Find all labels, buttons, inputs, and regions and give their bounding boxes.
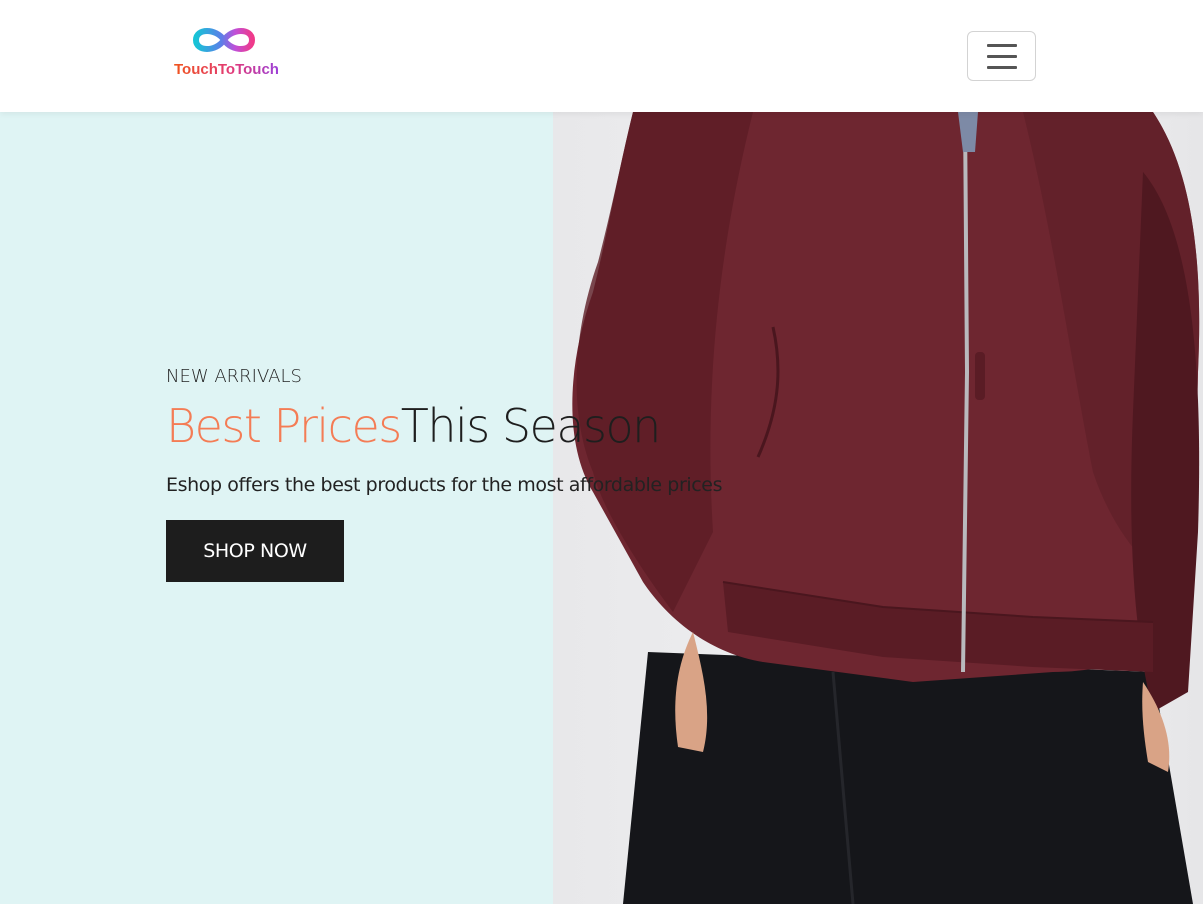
hero-subtitle: Eshop offers the best products for the m… <box>166 474 723 496</box>
hero-eyebrow: NEW ARRIVALS <box>166 366 302 387</box>
headline-accent: Best Prices <box>166 399 402 453</box>
navbar: TouchToTouch <box>0 0 1203 112</box>
headline-rest: This Season <box>400 399 662 453</box>
menu-toggle-button[interactable] <box>967 31 1036 81</box>
hero-section: NEW ARRIVALS Best PricesThis Season Esho… <box>0 112 1203 904</box>
shop-now-button[interactable]: SHOP NOW <box>166 520 344 582</box>
hero-content: NEW ARRIVALS Best PricesThis Season Esho… <box>166 112 866 904</box>
hero-headline: Best PricesThis Season <box>166 399 662 453</box>
brand-name: TouchToTouch <box>174 61 279 78</box>
infinity-icon <box>193 28 255 52</box>
brand-logo[interactable]: TouchToTouch <box>170 22 279 82</box>
